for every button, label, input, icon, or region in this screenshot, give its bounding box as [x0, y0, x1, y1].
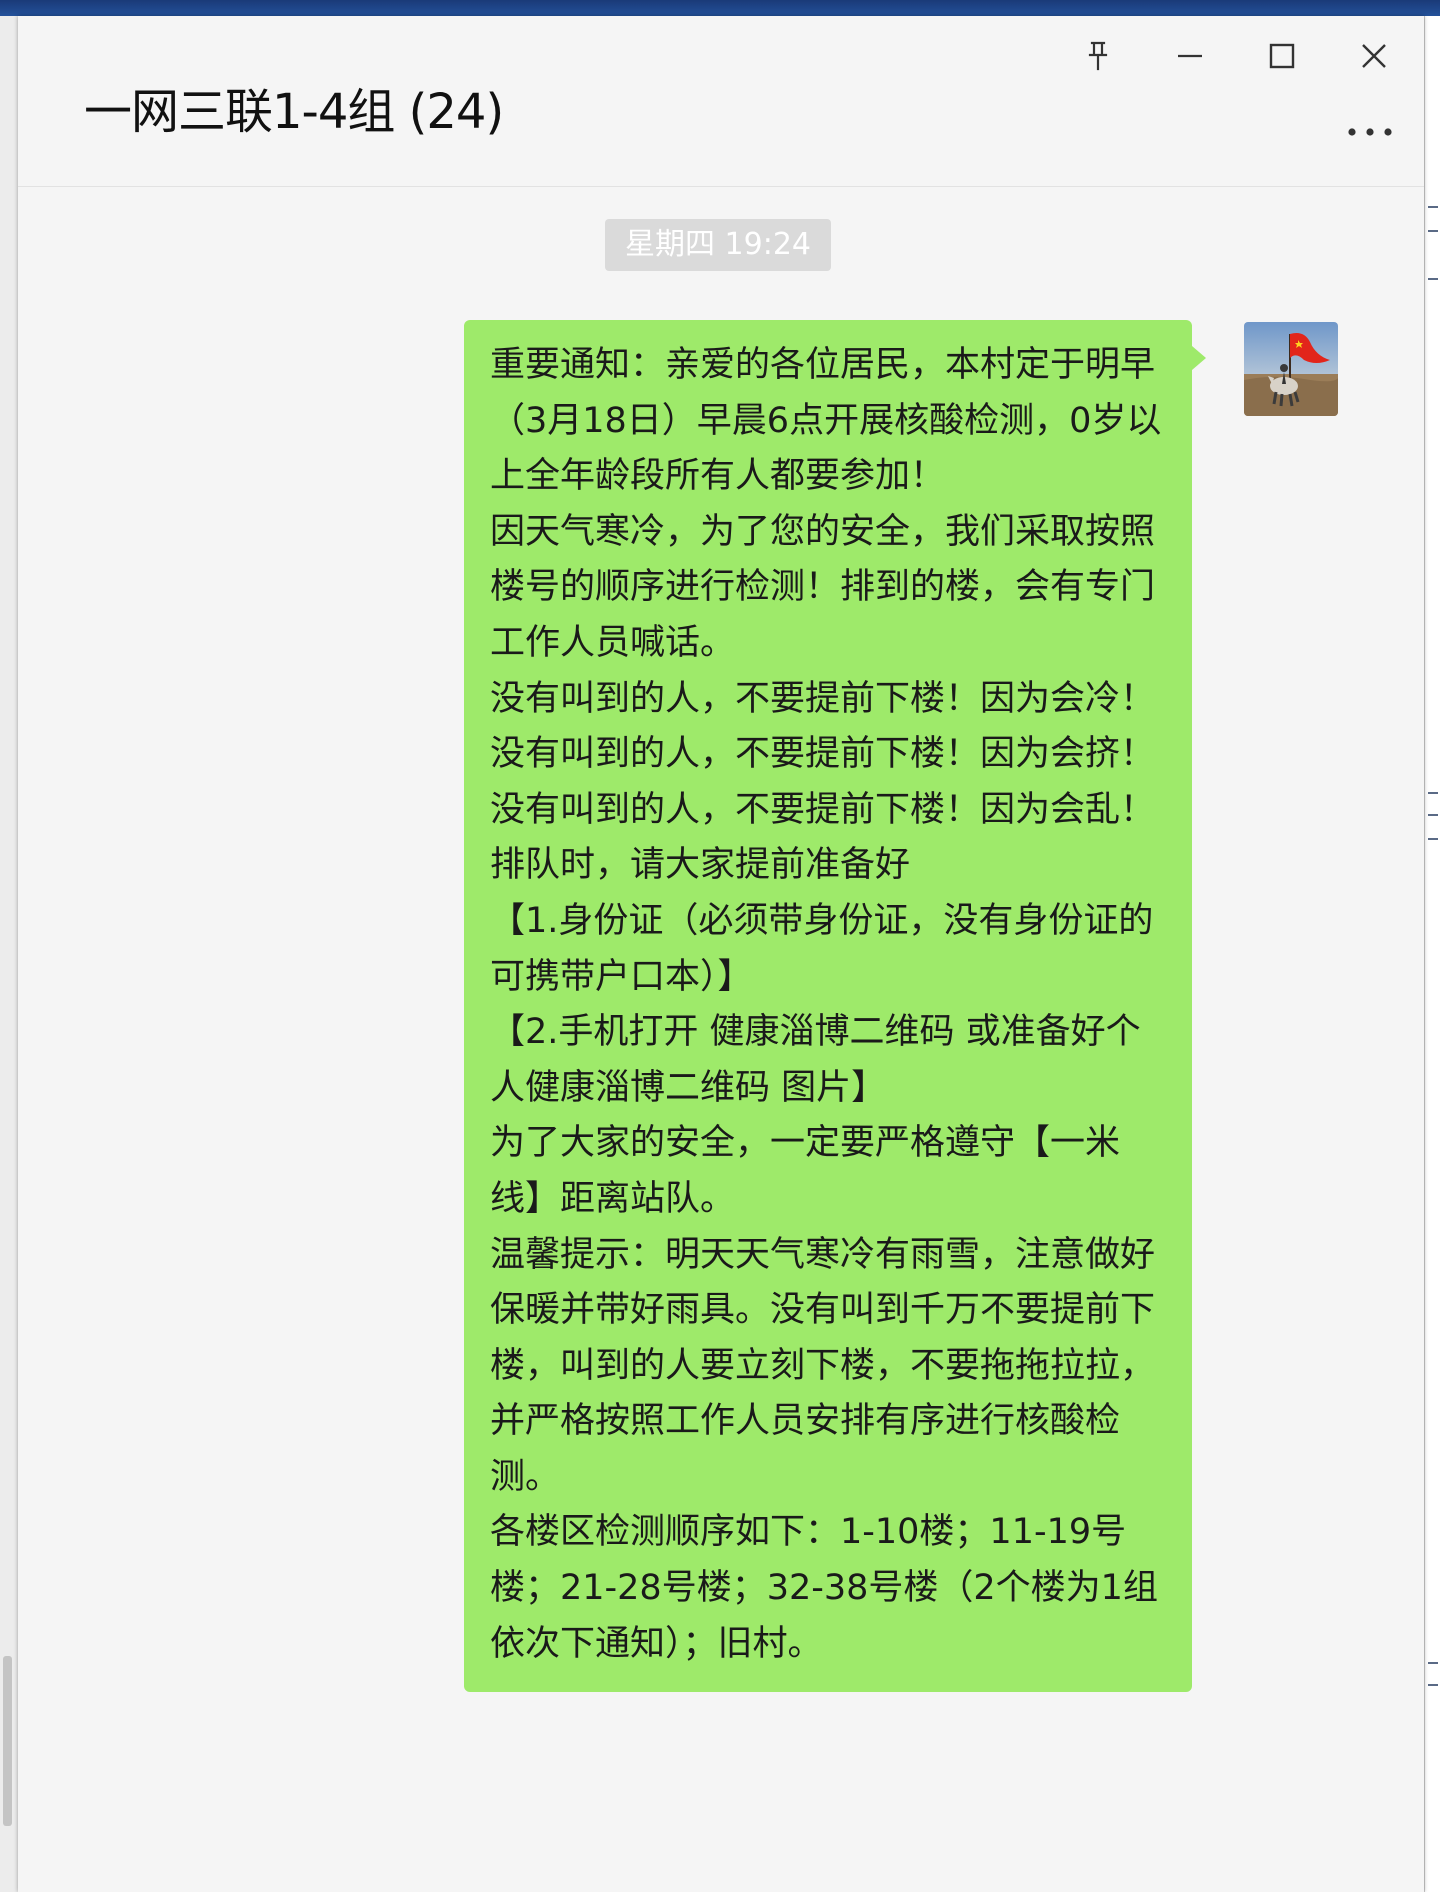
- background-window-left: [0, 16, 19, 1892]
- pin-icon: [1083, 40, 1113, 72]
- message-paragraph: 重要通知：亲爱的各位居民，本村定于明早（3月18日）早晨6点开展核酸检测，0岁以…: [490, 345, 1162, 497]
- message-paragraph: 【1.身份证（必须带身份证，没有身份证的可携带户口本）】: [490, 900, 1154, 997]
- message-paragraph: 排队时，请大家提前准备好: [490, 845, 911, 886]
- message-timestamp: 星期四 19:24: [605, 219, 831, 271]
- maximize-icon: [1267, 41, 1297, 71]
- message-paragraph: 【2.手机打开 健康淄博二维码 或准备好个人健康淄博二维码 图片】: [490, 1012, 1141, 1108]
- message-bubble[interactable]: 重要通知：亲爱的各位居民，本村定于明早（3月18日）早晨6点开展核酸检测，0岁以…: [464, 320, 1192, 1693]
- message-paragraph: 因天气寒冷，为了您的安全，我们采取按照楼号的顺序进行检测！排到的楼，会有专门工作…: [490, 511, 1156, 663]
- close-icon: [1359, 41, 1389, 71]
- message-paragraph: 各楼区检测顺序如下：1-10楼；11-19号楼；21-28号楼；32-38号楼（…: [490, 1512, 1158, 1664]
- title-bar: 一网三联1-4组 (24): [18, 16, 1424, 187]
- chat-window: 一网三联1-4组 (24) 星期四 19:24 重要通知：亲爱的各位居民，本村定…: [18, 16, 1424, 1892]
- bubble-tail: [1192, 346, 1206, 370]
- desktop-background-strip: [0, 0, 1440, 16]
- close-button[interactable]: [1346, 34, 1402, 78]
- minimize-button[interactable]: [1162, 34, 1218, 78]
- message-paragraph: 没有叫到的人，不要提前下楼！因为会乱！: [490, 789, 1156, 830]
- background-scrollbar-thumb: [3, 1656, 12, 1826]
- avatar[interactable]: [1244, 322, 1338, 416]
- message-paragraph: 温馨提示：明天天气寒冷有雨雪，注意做好保暖并带好雨具。没有叫到千万不要提前下楼，…: [490, 1234, 1156, 1497]
- minimize-icon: [1175, 41, 1205, 71]
- message-paragraph: 为了大家的安全，一定要严格遵守【一米线】距离站队。: [490, 1123, 1121, 1219]
- chat-title: 一网三联1-4组 (24): [84, 84, 504, 140]
- background-window-right: [1424, 16, 1440, 1892]
- maximize-button[interactable]: [1254, 34, 1310, 78]
- message-paragraph: 没有叫到的人，不要提前下楼！因为会冷！: [490, 678, 1156, 719]
- more-options-button[interactable]: [1340, 112, 1400, 152]
- message-paragraph: 没有叫到的人，不要提前下楼！因为会挤！: [490, 734, 1156, 775]
- more-icon: [1347, 127, 1393, 137]
- pin-button[interactable]: [1070, 34, 1126, 78]
